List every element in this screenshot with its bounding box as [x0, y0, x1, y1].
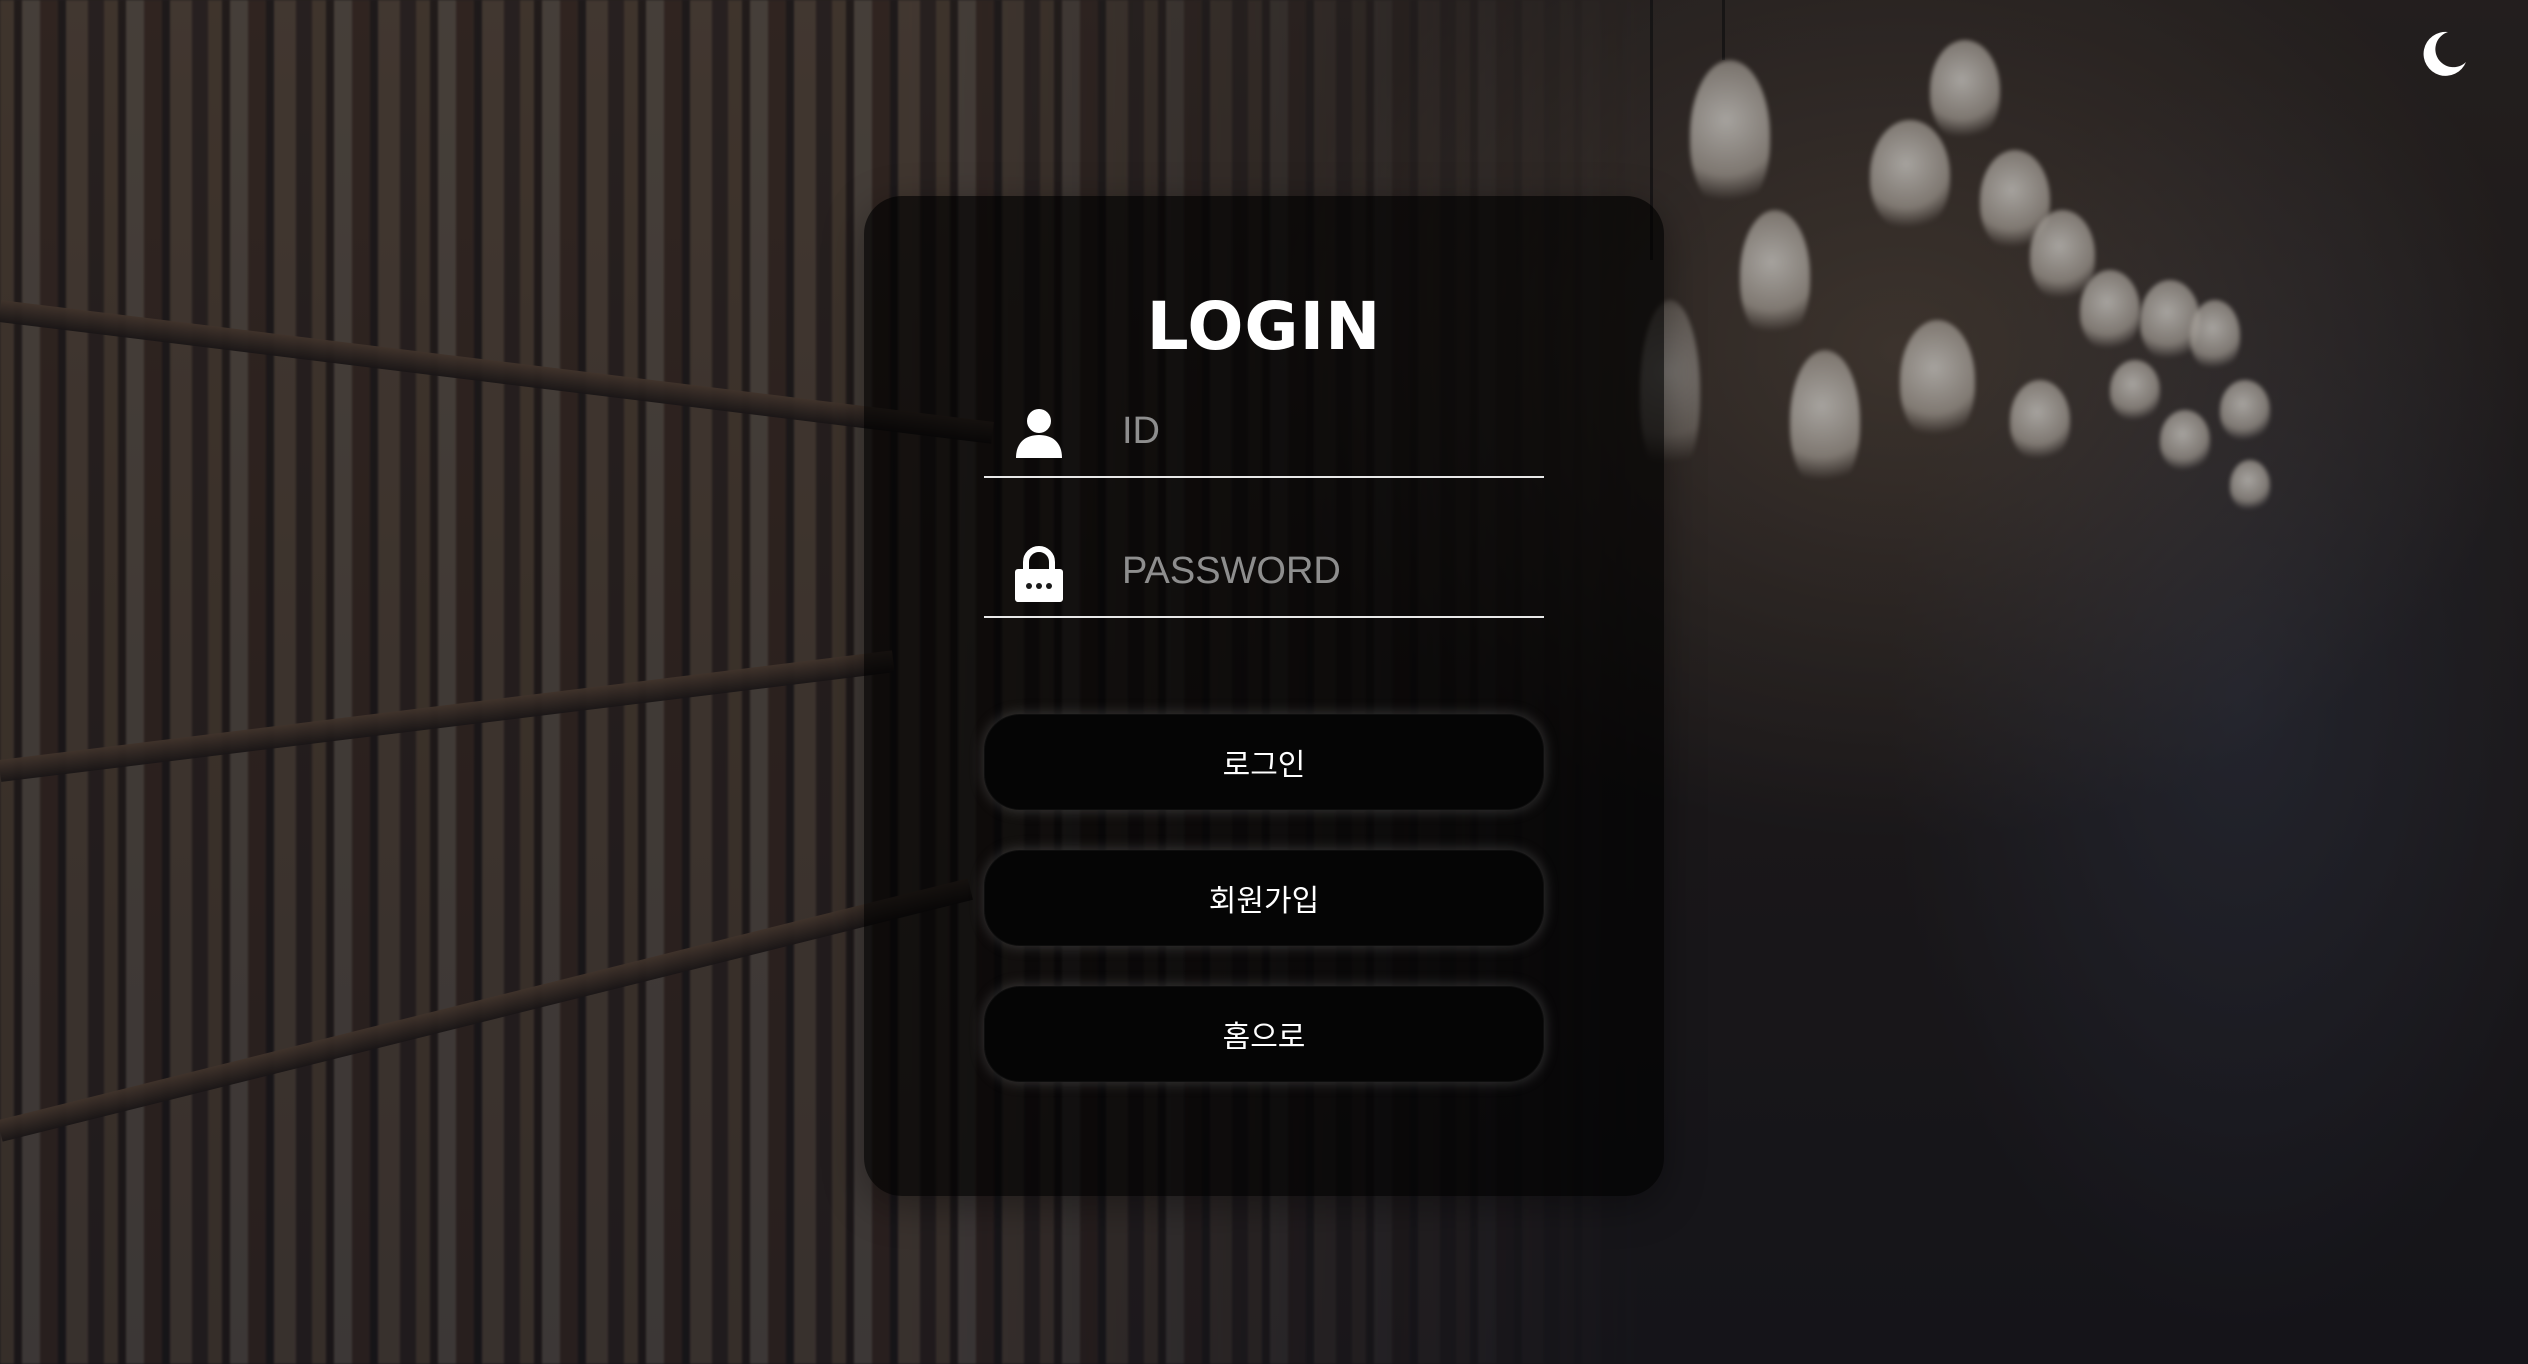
id-field[interactable] [984, 386, 1544, 478]
moon-icon [2423, 31, 2466, 76]
login-title: LOGIN [1146, 288, 1382, 365]
theme-toggle-button[interactable] [2412, 22, 2476, 86]
user-icon [1014, 406, 1064, 462]
id-input[interactable] [1122, 396, 1522, 466]
password-input[interactable] [1122, 536, 1522, 606]
password-field[interactable] [984, 526, 1544, 618]
login-panel: LOGIN 로그인 회원가입 홈으로 [864, 196, 1664, 1196]
signup-button[interactable]: 회원가입 [984, 850, 1544, 946]
login-button[interactable]: 로그인 [984, 714, 1544, 810]
home-button[interactable]: 홈으로 [984, 986, 1544, 1082]
lock-icon [1014, 546, 1064, 602]
